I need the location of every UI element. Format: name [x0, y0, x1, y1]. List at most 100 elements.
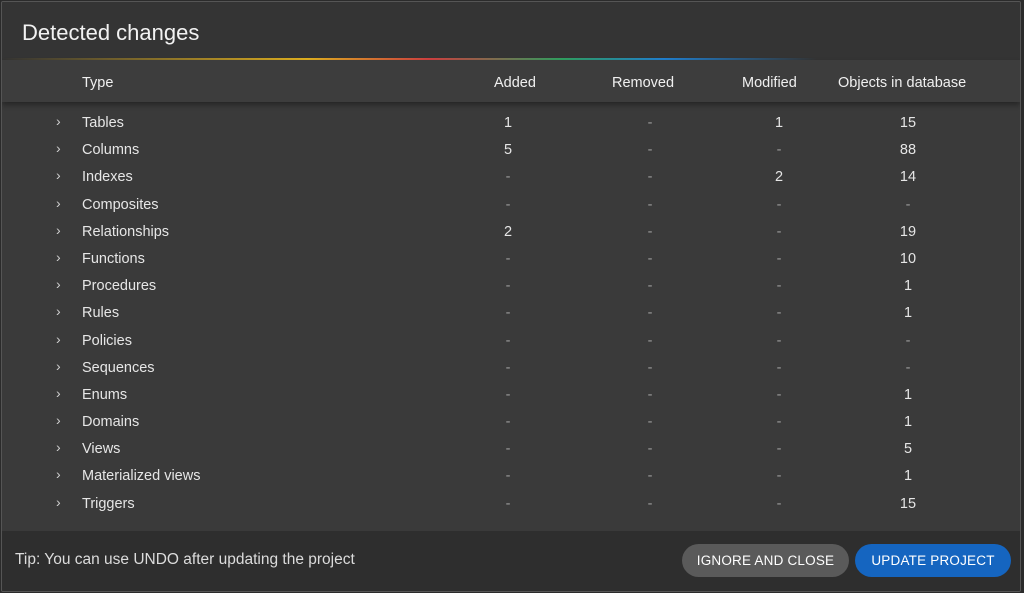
row-modified-value: 2 — [774, 169, 784, 186]
table-row[interactable]: › Policies - - - - — [2, 328, 1020, 355]
row-removed-value: - — [647, 386, 653, 403]
row-objects-value: - — [905, 332, 911, 349]
table-row[interactable]: › Relationships 2 - - 19 — [2, 219, 1020, 246]
row-type-label: Columns — [82, 142, 140, 159]
dialog-titlebar: Detected changes — [2, 2, 1020, 60]
row-type-label: Policies — [82, 332, 132, 349]
table-row[interactable]: › Columns 5 - - 88 — [2, 137, 1020, 164]
row-removed-value: - — [647, 278, 653, 295]
chevron-right-icon[interactable]: › — [56, 196, 70, 210]
row-modified-value: - — [776, 495, 782, 512]
row-modified-value: - — [776, 386, 782, 403]
table-row[interactable]: › Procedures - - - 1 — [2, 273, 1020, 300]
chevron-right-icon[interactable]: › — [56, 495, 70, 509]
column-header-added: Added — [494, 75, 536, 91]
row-removed-value: - — [647, 495, 653, 512]
row-type-label: Materialized views — [82, 468, 201, 485]
column-header-type: Type — [82, 75, 114, 91]
chevron-right-icon[interactable]: › — [56, 277, 70, 291]
column-header-removed: Removed — [612, 75, 675, 91]
row-objects-value: - — [905, 196, 911, 213]
chevron-right-icon[interactable]: › — [56, 359, 70, 373]
row-removed-value: - — [647, 169, 653, 186]
dialog-footer: Tip: You can use UNDO after updating the… — [2, 531, 1020, 591]
chevron-right-icon[interactable]: › — [56, 332, 70, 346]
chevron-right-icon[interactable]: › — [56, 223, 70, 237]
chevron-right-icon[interactable]: › — [56, 467, 70, 481]
table-row[interactable]: › Composites - - - - — [2, 192, 1020, 219]
row-objects-value: 10 — [899, 250, 917, 267]
row-removed-value: - — [647, 332, 653, 349]
chevron-right-icon[interactable]: › — [56, 304, 70, 318]
row-added-value: - — [505, 359, 511, 376]
row-removed-value: - — [647, 223, 653, 240]
row-removed-value: - — [647, 250, 653, 267]
row-added-value: - — [505, 196, 511, 213]
table-row[interactable]: › Enums - - - 1 — [2, 382, 1020, 409]
row-type-label: Domains — [82, 414, 140, 431]
table-row[interactable]: › Sequences - - - - — [2, 355, 1020, 382]
row-modified-value: - — [776, 305, 782, 322]
chevron-right-icon[interactable]: › — [56, 250, 70, 264]
row-removed-value: - — [647, 359, 653, 376]
table-row[interactable]: › Views - - - 5 — [2, 436, 1020, 463]
column-header-objects: Objects in database — [838, 75, 967, 91]
table-row[interactable]: › Domains - - - 1 — [2, 409, 1020, 436]
table-row[interactable]: › Triggers - - - 15 — [2, 491, 1020, 518]
row-modified-value: 1 — [774, 115, 784, 131]
table-row[interactable]: › Tables 1 - 1 15 — [2, 110, 1020, 137]
row-removed-value: - — [647, 115, 653, 131]
row-type-label: Indexes — [82, 169, 133, 186]
row-added-value: - — [505, 414, 511, 431]
tip-text: Tip: You can use UNDO after updating the… — [15, 551, 355, 568]
table-row[interactable]: › Rules - - - 1 — [2, 300, 1020, 327]
row-objects-value: 1 — [903, 386, 913, 403]
row-added-value: - — [505, 332, 511, 349]
row-objects-value: 19 — [899, 223, 917, 240]
row-modified-value: - — [776, 468, 782, 485]
table-row[interactable]: › Materialized views - - - 1 — [2, 463, 1020, 490]
ignore-and-close-button[interactable]: IGNORE AND CLOSE — [682, 544, 849, 577]
row-type-label: Tables — [82, 115, 124, 131]
row-modified-value: - — [776, 332, 782, 349]
row-type-label: Composites — [82, 196, 159, 213]
row-removed-value: - — [647, 441, 653, 458]
row-type-label: Procedures — [82, 278, 157, 295]
update-project-button[interactable]: UPDATE PROJECT — [855, 544, 1011, 577]
chevron-right-icon[interactable]: › — [56, 440, 70, 454]
row-added-value: - — [505, 250, 511, 267]
row-modified-value: - — [776, 223, 782, 240]
row-objects-value: 88 — [899, 142, 917, 159]
changes-table-body: › Tables 1 - 1 15 › Columns 5 - - 88 › Indexes - - 2 14 › C… — [2, 110, 1020, 518]
row-removed-value: - — [647, 196, 653, 213]
dialog-title: Detected changes — [22, 20, 200, 45]
row-type-label: Enums — [82, 386, 128, 403]
row-objects-value: 1 — [903, 305, 913, 322]
row-type-label: Sequences — [82, 359, 155, 376]
chevron-right-icon[interactable]: › — [56, 141, 70, 155]
row-removed-value: - — [647, 468, 653, 485]
row-objects-value: - — [905, 359, 911, 376]
chevron-right-icon[interactable]: › — [56, 114, 70, 128]
row-added-value: - — [505, 441, 511, 458]
row-type-label: Functions — [82, 250, 145, 267]
row-added-value: 5 — [503, 142, 513, 159]
row-removed-value: - — [647, 305, 653, 322]
chevron-right-icon[interactable]: › — [56, 386, 70, 400]
row-type-label: Relationships — [82, 223, 170, 240]
row-modified-value: - — [776, 441, 782, 458]
row-type-label: Rules — [82, 305, 120, 322]
row-objects-value: 15 — [899, 495, 917, 512]
row-modified-value: - — [776, 278, 782, 295]
row-added-value: - — [505, 386, 511, 403]
table-row[interactable]: › Indexes - - 2 14 — [2, 164, 1020, 191]
row-type-label: Views — [82, 441, 121, 458]
row-added-value: - — [505, 495, 511, 512]
chevron-right-icon[interactable]: › — [56, 413, 70, 427]
table-row[interactable]: › Functions - - - 10 — [2, 246, 1020, 273]
row-modified-value: - — [776, 142, 782, 159]
row-modified-value: - — [776, 359, 782, 376]
chevron-right-icon[interactable]: › — [56, 168, 70, 182]
row-objects-value: 14 — [899, 169, 917, 186]
column-header-modified: Modified — [742, 75, 797, 91]
